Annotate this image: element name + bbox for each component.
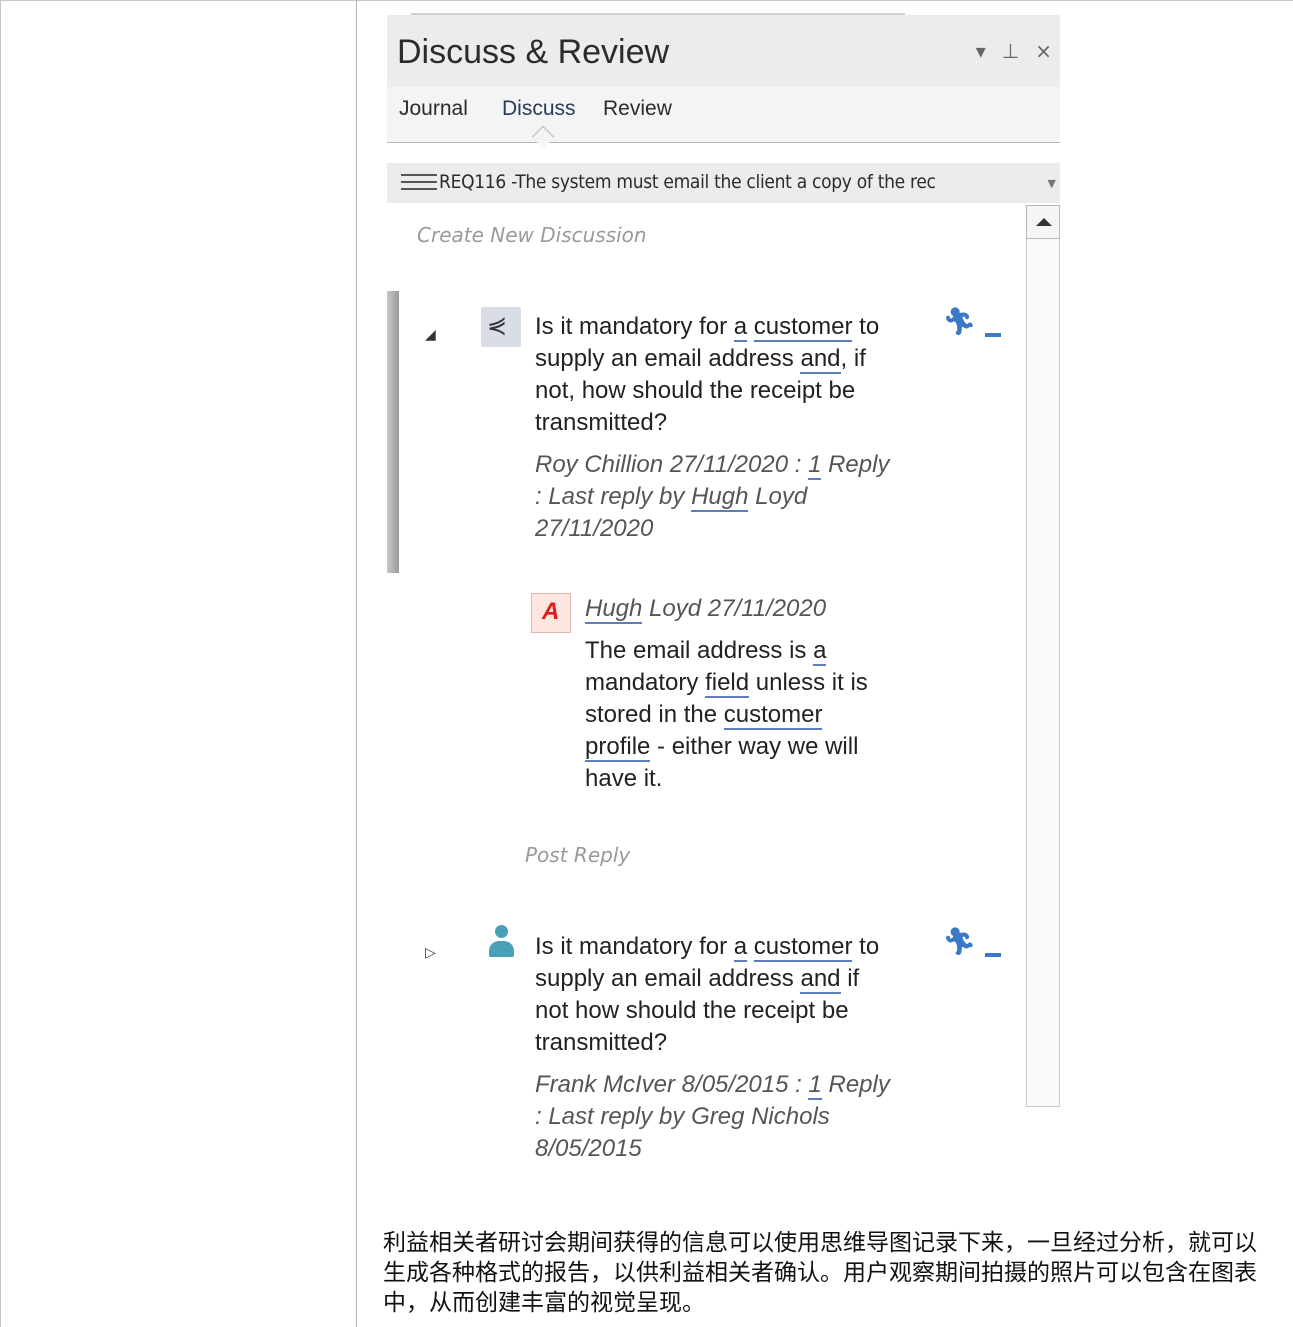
thread2-message-line2: supply an email address and if (535, 965, 860, 994)
scroll-up-button[interactable] (1026, 205, 1060, 239)
reply1-author: Hugh Loyd 27/11/2020 (585, 595, 827, 624)
thread1-message-line1: Is it mandatory for a customer to (535, 313, 880, 342)
dropdown-icon[interactable]: ▾ (976, 39, 986, 63)
thread2-meta-line1: Frank McIver 8/05/2015 : 1 Reply (535, 1071, 890, 1100)
tab-review[interactable]: Review (603, 97, 672, 121)
panel-title: Discuss & Review (397, 33, 670, 71)
selected-element-text: REQ116 -The system must email the client… (439, 171, 936, 193)
thread1-message-line2: supply an email address and, if (535, 345, 866, 374)
element-selector[interactable]: REQ116 -The system must email the client… (387, 163, 1060, 203)
user-avatar-icon (487, 925, 515, 959)
expand-triangle-icon[interactable]: ▷ (425, 945, 436, 961)
priority-dash-icon (985, 953, 1001, 957)
reply1-line1: The email address is a (585, 637, 827, 666)
tab-journal[interactable]: Journal (399, 97, 468, 121)
thread1-meta-line1: Roy Chillion 27/11/2020 : 1 Reply (535, 451, 890, 480)
priority-dash-icon (985, 333, 1001, 337)
frame-left-border (0, 0, 1, 1327)
chevron-down-icon[interactable]: ▼ (1048, 177, 1056, 190)
discussion-list: Create New Discussion ◢ ⋞ Is it mandator… (387, 203, 1060, 1221)
reply1-line2: mandatory field unless it is (585, 669, 868, 698)
body-caption-text: 利益相关者研讨会期间获得的信息可以使用思维导图记录下来，一旦经过分析，就可以生成… (383, 1230, 1257, 1316)
hamburger-menu-icon[interactable] (401, 174, 437, 194)
walking-person-icon[interactable]: 🏃︎ (943, 927, 976, 957)
walking-person-icon[interactable]: 🏃︎ (943, 307, 976, 337)
close-icon[interactable]: × (1035, 39, 1052, 63)
thread1-meta-line3: 27/11/2020 (535, 515, 654, 542)
discuss-review-panel: Discuss & Review ▾ ⊥ × Journal Discuss R… (381, 13, 1060, 1221)
thread2-meta-line2: : Last reply by Greg Nichols (535, 1103, 830, 1130)
frame-top-border (0, 0, 1293, 1)
pin-icon[interactable]: ⊥ (1002, 39, 1019, 63)
selected-thread-accent (387, 291, 399, 573)
requirement-element-icon: ⋞ (481, 307, 521, 347)
active-tab-indicator (531, 125, 555, 149)
thread2-message-line3: not how should the receipt be (535, 997, 849, 1024)
thread2-message-line4: transmitted? (535, 1029, 668, 1056)
frame-column-divider (356, 0, 357, 1327)
thread1-message-line4: transmitted? (535, 409, 668, 436)
create-new-discussion-link[interactable]: Create New Discussion (417, 223, 647, 247)
scrollbar-track[interactable] (1026, 239, 1060, 1107)
tab-discuss[interactable]: Discuss (502, 97, 576, 121)
thread2-message-line1: Is it mandatory for a customer to (535, 933, 880, 962)
reply1-line3: stored in the customer (585, 701, 823, 730)
panel-header: Discuss & Review ▾ ⊥ × (387, 15, 1060, 87)
reply-author-icon: A (531, 593, 571, 633)
tab-bar: Journal Discuss Review (387, 87, 1060, 149)
post-reply-link[interactable]: Post Reply (525, 843, 630, 867)
reply1-line5: have it. (585, 765, 663, 792)
collapse-triangle-icon[interactable]: ◢ (425, 327, 436, 343)
thread2-meta-line3: 8/05/2015 (535, 1135, 642, 1162)
reply1-line4: profile - either way we will (585, 733, 859, 762)
thread1-message-line3: not, how should the receipt be (535, 377, 856, 404)
thread1-meta-line2: : Last reply by Hugh Loyd (535, 483, 808, 512)
panel-controls: ▾ ⊥ × (976, 39, 1052, 63)
